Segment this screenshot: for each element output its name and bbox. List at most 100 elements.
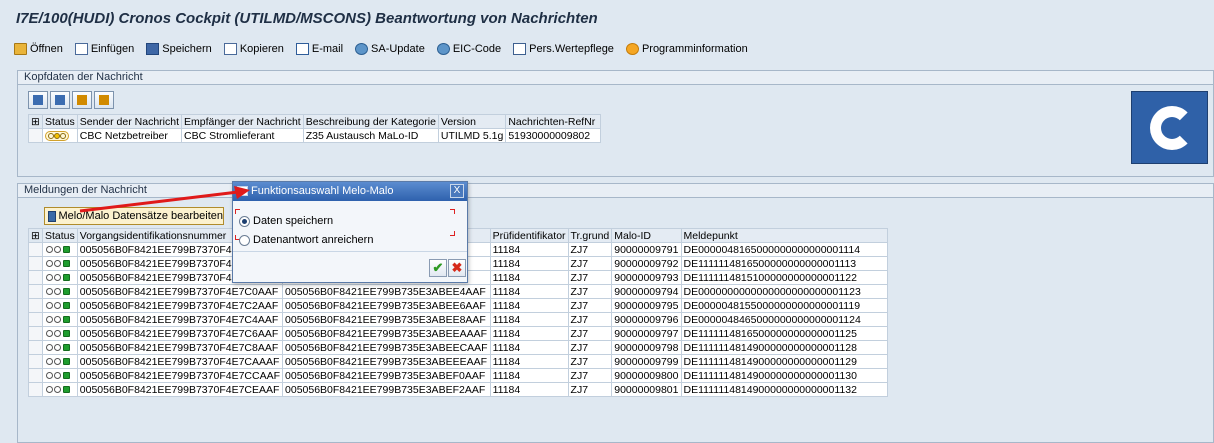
insert-icon bbox=[74, 43, 88, 55]
melo-malo-edit-button[interactable]: Melo/Malo Datensätze bearbeiten bbox=[44, 207, 224, 225]
programminformation-button[interactable]: Programminformation bbox=[625, 43, 748, 55]
copy-button[interactable]: Kopieren bbox=[223, 43, 284, 55]
vorgangsid-cell: 005056B0F8421EE799B7370F4E7C4AAF bbox=[76, 312, 284, 327]
row-selector[interactable] bbox=[28, 340, 43, 355]
vorgangsid-cell: 005056B0F8421EE799B7370F4E7C2AAF bbox=[76, 298, 284, 313]
close-icon[interactable]: X bbox=[450, 184, 464, 198]
malo-id-cell: 90000009795 bbox=[611, 298, 682, 313]
traffic-light-green-icon bbox=[45, 371, 73, 381]
table-row[interactable]: 005056B0F8421EE799B7370F4E7C2AAF 005056B0… bbox=[28, 298, 888, 313]
edit-icon[interactable] bbox=[28, 91, 48, 109]
pruefidentifikator-cell: 11184 bbox=[489, 242, 569, 257]
trgrund-cell: ZJ7 bbox=[567, 354, 613, 369]
row-selector[interactable] bbox=[28, 382, 43, 397]
status-cell bbox=[42, 368, 78, 383]
sa-update-button[interactable]: SA-Update bbox=[355, 43, 425, 55]
table-row[interactable]: 005056B0F8421EE799B7370F4E7CEAAF 005056B0… bbox=[28, 382, 888, 397]
traffic-light-green-icon bbox=[45, 245, 73, 255]
programminformation-label: Programminformation bbox=[641, 43, 748, 55]
row-selector[interactable] bbox=[28, 284, 43, 299]
save-icon bbox=[146, 43, 160, 55]
column-version[interactable]: Version bbox=[437, 114, 507, 129]
malo-id-cell: 90000009800 bbox=[611, 368, 682, 383]
malo-id-cell: 90000009792 bbox=[611, 256, 682, 271]
malo-id-cell: 90000009798 bbox=[611, 340, 682, 355]
status-cell bbox=[42, 128, 78, 143]
traffic-light-green-icon bbox=[45, 287, 73, 297]
pruefidentifikator-cell: 11184 bbox=[489, 256, 569, 271]
status-filter-icon[interactable] bbox=[72, 91, 92, 109]
column-beschreibung[interactable]: Beschreibung der Kategorie bbox=[302, 114, 439, 129]
version-cell: UTILMD 5.1g bbox=[437, 128, 507, 143]
row-selector[interactable] bbox=[28, 312, 43, 327]
insert-button[interactable]: Einfügen bbox=[74, 43, 134, 55]
column-refnr[interactable]: Nachrichten-RefNr bbox=[505, 114, 602, 129]
table-row[interactable]: 005056B0F8421EE799B7370F4E7C8AAF 005056B0… bbox=[28, 340, 888, 355]
select-all-icon[interactable]: ⊞ bbox=[28, 114, 43, 129]
radio-datenantwort-anreichern[interactable]: Datenantwort anreichern bbox=[239, 234, 373, 246]
meldepunkt-cell: DE0000048165000000000000001114 bbox=[680, 242, 888, 257]
row-selector[interactable] bbox=[28, 242, 43, 257]
table-row[interactable]: 005056B0F8421EE799B7370F4E7C0AAF 005056B0… bbox=[28, 284, 888, 299]
cancel-button[interactable]: ✖ bbox=[448, 259, 466, 277]
reference-cell: 005056B0F8421EE799B735E3ABEECAAF bbox=[282, 340, 491, 355]
traffic-light-green-icon bbox=[45, 273, 73, 283]
reference-cell: 005056B0F8421EE799B735E3ABEEEAAF bbox=[282, 354, 491, 369]
meldepunkt-cell: DE0000048155000000000000001119 bbox=[680, 298, 888, 313]
column-sender[interactable]: Sender der Nachricht bbox=[76, 114, 183, 129]
column-status[interactable]: Status bbox=[42, 228, 78, 243]
row-selector[interactable] bbox=[28, 298, 43, 313]
row-selector[interactable] bbox=[28, 256, 43, 271]
trgrund-cell: ZJ7 bbox=[567, 242, 613, 257]
focus-frame-corner bbox=[450, 209, 455, 214]
row-selector[interactable] bbox=[28, 128, 43, 143]
radio-button-selected[interactable] bbox=[239, 215, 250, 227]
eic-code-button[interactable]: EIC-Code bbox=[436, 43, 501, 55]
radio-daten-speichern[interactable]: Daten speichern bbox=[239, 215, 333, 227]
globe-icon bbox=[355, 43, 369, 55]
vorgangsid-cell: 005056B0F8421EE799B7370F4E7C6AAF bbox=[76, 326, 284, 341]
column-trgrund[interactable]: Tr.grund bbox=[567, 228, 613, 243]
radio-button[interactable] bbox=[239, 234, 250, 246]
radio-label: Datenantwort anreichern bbox=[253, 234, 374, 246]
copy-label: Kopieren bbox=[239, 43, 284, 55]
confirm-button[interactable]: ✔ bbox=[429, 259, 447, 277]
status-cell bbox=[42, 354, 78, 369]
row-selector[interactable] bbox=[28, 354, 43, 369]
malo-id-cell: 90000009793 bbox=[611, 270, 682, 285]
pruefidentifikator-cell: 11184 bbox=[489, 326, 569, 341]
status-cell bbox=[42, 256, 78, 271]
row-selector[interactable] bbox=[28, 368, 43, 383]
row-selector[interactable] bbox=[28, 270, 43, 285]
table-row[interactable]: 005056B0F8421EE799B7370F4E7C6AAF 005056B0… bbox=[28, 326, 888, 341]
title-bar: I7E/100(HUDI) Cronos Cockpit (UTILMD/MSC… bbox=[0, 0, 1214, 36]
row-selector[interactable] bbox=[28, 326, 43, 341]
email-button[interactable]: E-mail bbox=[295, 43, 343, 55]
status-cell bbox=[42, 340, 78, 355]
column-status[interactable]: Status bbox=[42, 114, 78, 129]
pruefidentifikator-cell: 11184 bbox=[489, 312, 569, 327]
pruefidentifikator-cell: 11184 bbox=[489, 354, 569, 369]
trgrund-cell: ZJ7 bbox=[567, 298, 613, 313]
pruefidentifikator-cell: 11184 bbox=[489, 382, 569, 397]
column-malo-id[interactable]: Malo-ID bbox=[611, 228, 682, 243]
table-row[interactable]: CBC Netzbetreiber CBC Stromlieferant Z35… bbox=[28, 128, 602, 143]
function-selection-dialog: Funktionsauswahl Melo-Malo X Daten speic… bbox=[232, 181, 468, 283]
malo-id-cell: 90000009801 bbox=[611, 382, 682, 397]
column-empfaenger[interactable]: Empfänger der Nachricht bbox=[181, 114, 304, 129]
pruefidentifikator-cell: 11184 bbox=[489, 340, 569, 355]
meldepunkt-cell: DE1111114814900000000000001129 bbox=[680, 354, 888, 369]
pers-wertepflege-button[interactable]: Pers.Wertepflege bbox=[513, 43, 614, 55]
table-row[interactable]: 005056B0F8421EE799B7370F4E7CAAAF 005056B0… bbox=[28, 354, 888, 369]
save-button[interactable]: Speichern bbox=[146, 43, 212, 55]
melo-malo-edit-label: Melo/Malo Datensätze bearbeiten bbox=[58, 210, 223, 222]
table-row[interactable]: 005056B0F8421EE799B7370F4E7CCAAF 005056B0… bbox=[28, 368, 888, 383]
details-icon[interactable] bbox=[94, 91, 114, 109]
column-meldepunkt[interactable]: Meldepunkt bbox=[680, 228, 888, 243]
traffic-light-yellow-icon bbox=[45, 130, 69, 141]
select-all-icon[interactable]: ⊞ bbox=[28, 228, 43, 243]
delete-icon[interactable] bbox=[50, 91, 70, 109]
column-pruefidentifikator[interactable]: Prüfidentifikator bbox=[489, 228, 569, 243]
open-button[interactable]: Öffnen bbox=[14, 43, 63, 55]
table-row[interactable]: 005056B0F8421EE799B7370F4E7C4AAF 005056B0… bbox=[28, 312, 888, 327]
